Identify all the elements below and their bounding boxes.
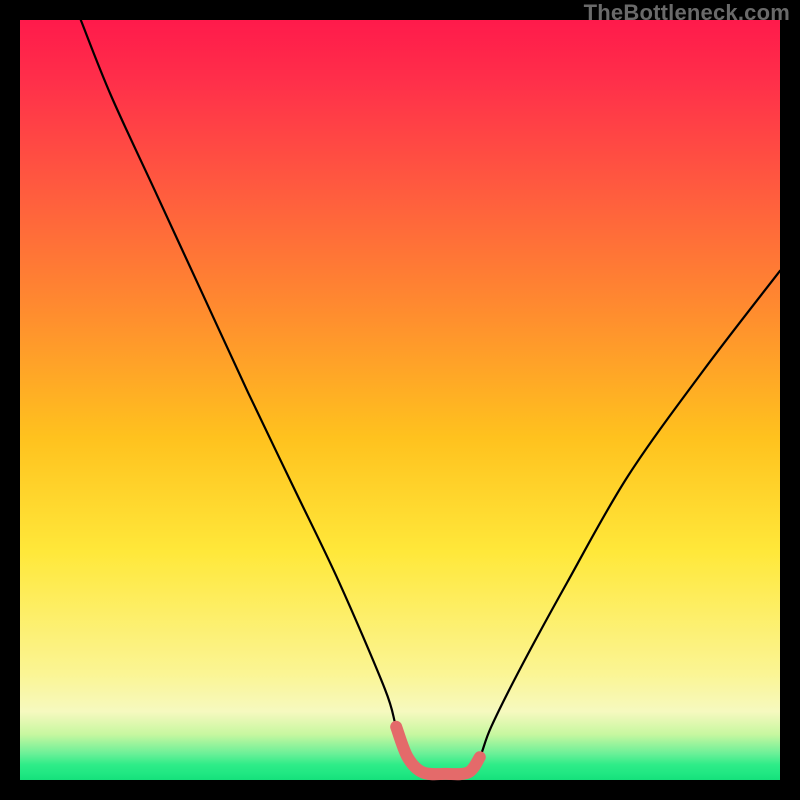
watermark-text: TheBottleneck.com xyxy=(584,0,790,26)
bottom-highlight-segment xyxy=(396,727,480,774)
main-curve-line xyxy=(81,20,780,774)
chart-frame: TheBottleneck.com xyxy=(0,0,800,800)
chart-svg xyxy=(20,20,780,780)
